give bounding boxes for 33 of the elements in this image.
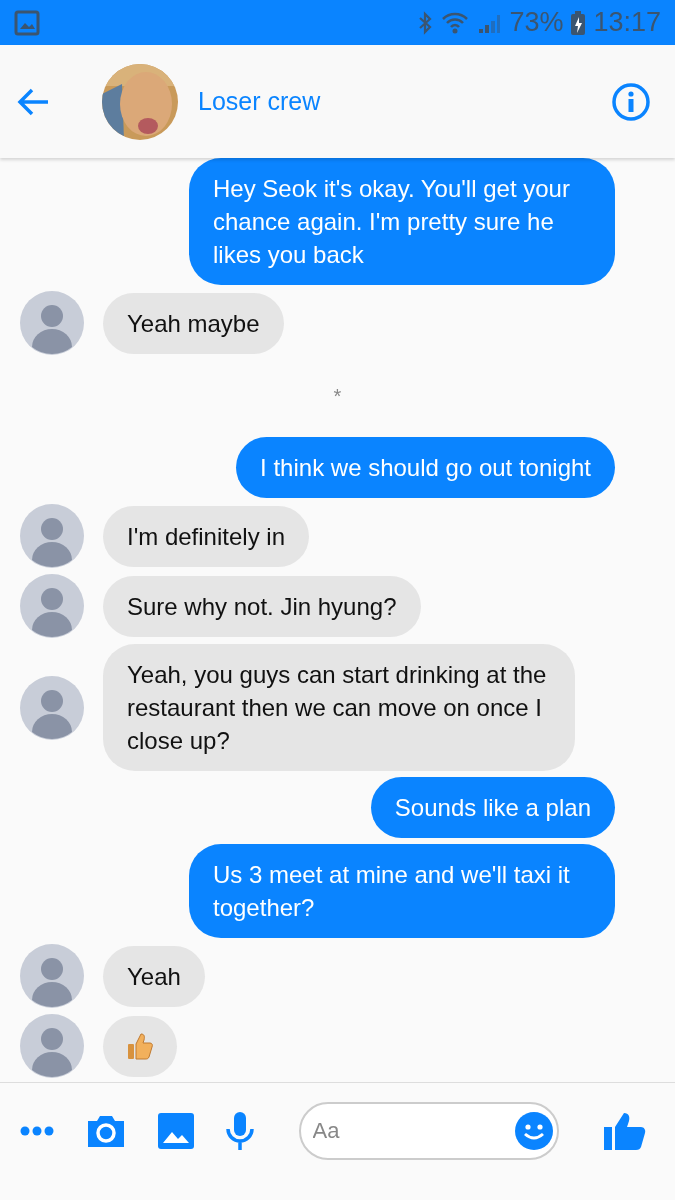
received-message: Yeah [103,945,205,1007]
more-icon[interactable] [20,1126,54,1136]
sent-message: I think we should go out tonight [236,437,615,498]
received-message: Yeah, you guys can start drinking at the restaurant then we can move on once I close up? [103,644,575,771]
back-arrow-icon[interactable] [16,86,50,117]
avatar-icon [20,944,84,1008]
avatar-icon [20,504,84,568]
message-field[interactable]: Aa [298,1102,559,1160]
sent-message: Hey Seok it's okay. You'll get your chance again. I'm pretty sure he likes you back [189,158,615,285]
received-message: Sure why not. Jin hyung? [103,575,421,637]
like-icon[interactable] [603,1111,647,1151]
separator-mark: * [333,384,342,408]
sent-message: Sounds like a plan [370,777,615,838]
image-icon [14,9,40,36]
avatar-icon [20,1014,84,1078]
bluetooth-icon [417,10,434,35]
avatar-icon [20,675,84,740]
info-icon[interactable] [611,81,651,122]
battery-icon [571,10,586,35]
received-message: I'm definitely in [103,505,309,567]
microphone-icon[interactable] [226,1111,254,1151]
avatar-icon [20,574,84,638]
thumbs-up-icon [127,1031,153,1061]
image-icon[interactable] [158,1113,194,1149]
avatar-icon [20,291,84,355]
clock: 13:17 [593,7,661,38]
sent-message: Us 3 meet at mine and we'll taxi it together? [189,844,615,938]
camera-icon[interactable] [86,1113,126,1149]
battery-level: 73% [509,7,564,38]
received-message: Yeah maybe [103,292,284,354]
emoji-icon[interactable] [514,1112,553,1150]
chat-title: Loser crew [198,87,322,116]
wifi-icon [441,10,470,35]
